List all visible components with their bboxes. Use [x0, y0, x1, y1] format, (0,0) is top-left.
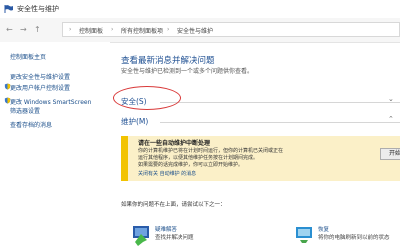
breadcrumb-chevron-icon: › — [111, 26, 114, 33]
sidebar-item-smartscreen[interactable]: 更改 Windows SmartScreen — [10, 97, 91, 106]
breadcrumb-item[interactable]: 所有控制面板项 — [121, 26, 163, 35]
breadcrumb-chevron-icon: › — [167, 26, 170, 33]
forward-arrow-icon[interactable]: → — [20, 25, 27, 34]
annotation-circle — [113, 86, 181, 110]
troubleshoot-icon — [133, 226, 149, 246]
up-arrow-icon[interactable]: ↑ — [34, 25, 41, 34]
recovery-link[interactable]: 恢复 — [318, 225, 329, 233]
address-bar: ← → ↑ › 控制面板 › 所有控制面板项 › 安全性与维护 — [0, 18, 400, 43]
breadcrumb-item[interactable]: 安全性与维护 — [177, 26, 213, 35]
back-arrow-icon[interactable]: ← — [6, 25, 13, 34]
alert-title: 请在一些自动维护中断处理 — [138, 140, 211, 147]
alert-text-line: 如果需要的话完成维护，你可以立即开始维护。 — [138, 162, 244, 168]
recovery-description: 将你的电脑刷新到以前的状态 — [318, 235, 390, 241]
bottom-prompt: 如果你的问题不在上面，请尝试以下之一： — [121, 202, 226, 208]
sidebar-item-change-settings[interactable]: 更改安全性与维护设置 — [10, 72, 70, 81]
troubleshoot-description: 查找并解决问题 — [155, 235, 194, 241]
start-maintenance-button[interactable]: 开始 — [380, 148, 400, 160]
breadcrumb-item[interactable]: 控制面板 — [79, 26, 103, 35]
title-bar: 安全性与维护 — [0, 0, 400, 18]
sidebar-item-smartscreen-filter[interactable]: 筛选器设置 — [10, 106, 40, 115]
sidebar-item-archived-messages[interactable]: 查看存档的消息 — [10, 120, 52, 129]
recovery-icon — [296, 227, 312, 243]
section-divider — [160, 122, 400, 123]
page-subtitle: 安全性与维护已检测到一个或多个问题供你查看。 — [121, 68, 254, 75]
chevron-up-icon[interactable]: ⌃ — [388, 115, 394, 123]
alert-text-line: 你的计算机维护已将在计划时间运行，但你的计算机已关闭或正在 — [138, 148, 284, 154]
troubleshoot-link[interactable]: 疑难解答 — [155, 225, 177, 233]
sidebar: 控制面板主页 更改安全性与维护设置 更改用户帐户控制设置 更改 Windows … — [0, 42, 110, 246]
chevron-down-icon[interactable]: ⌄ — [388, 95, 394, 103]
window-title: 安全性与维护 — [17, 5, 59, 13]
sidebar-item-uac-settings[interactable]: 更改用户帐户控制设置 — [10, 83, 70, 92]
maintenance-alert: 请在一些自动维护中断处理 你的计算机维护已将在计划时间运行，但你的计算机已关闭或… — [121, 136, 400, 181]
alert-text-line: 运行其他程序，以便其他维护任务按在计划期间完成。 — [138, 155, 259, 161]
breadcrumb[interactable]: › 控制面板 › 所有控制面板项 › 安全性与维护 — [62, 22, 400, 37]
sidebar-item-home[interactable]: 控制面板主页 — [10, 52, 46, 61]
alert-dismiss-link[interactable]: 关闭有关 自动维护 的消息 — [138, 170, 196, 177]
security-flag-icon — [4, 5, 13, 13]
page-title: 查看最新消息并解决问题 — [121, 56, 215, 66]
breadcrumb-root-chevron-icon[interactable]: › — [69, 26, 71, 33]
section-maintenance-header[interactable]: 维护(M) — [121, 116, 148, 127]
section-divider — [160, 102, 400, 103]
